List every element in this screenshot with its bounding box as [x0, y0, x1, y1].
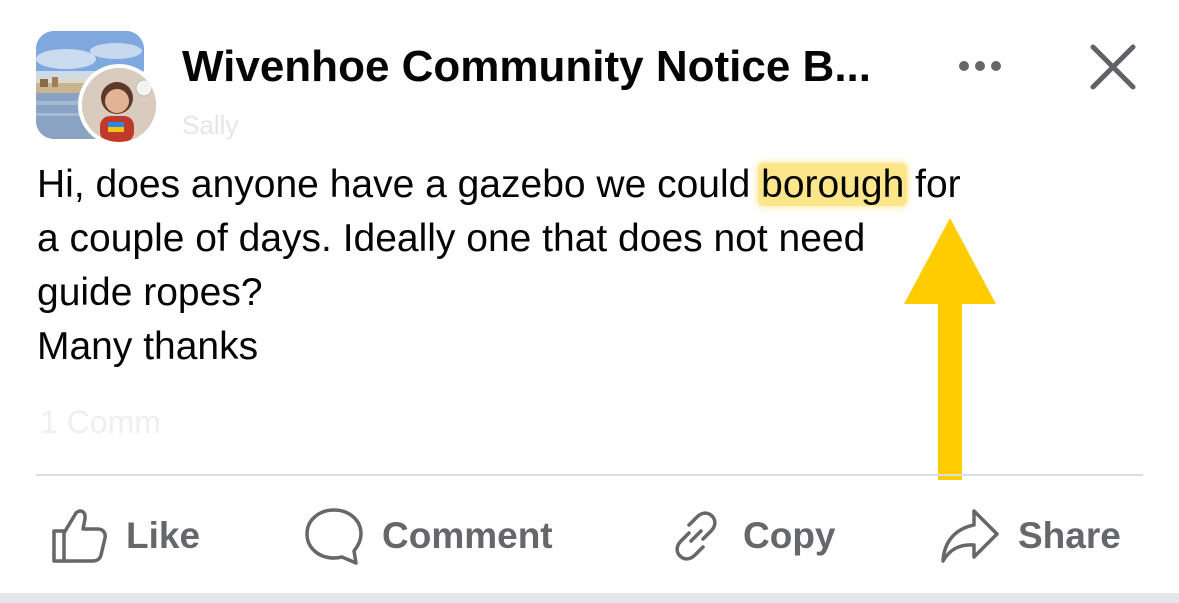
- close-icon: [1090, 44, 1136, 90]
- post-text-segment: for: [904, 163, 961, 206]
- highlighted-word: borough: [758, 163, 908, 206]
- more-options-button[interactable]: [950, 46, 1010, 86]
- group-name[interactable]: Wivenhoe Community Notice B...: [182, 40, 902, 94]
- post-text-segment: Hi, does anyone have a gazebo we could: [37, 163, 762, 206]
- copy-link-button[interactable]: Copy: [667, 504, 836, 568]
- author-avatar-image: [82, 68, 156, 142]
- author-name-faded: Sally: [182, 110, 239, 140]
- link-icon: [675, 511, 717, 561]
- post-card: Wivenhoe Community Notice B... Sally Hi,…: [0, 0, 1179, 593]
- share-button[interactable]: Share: [940, 504, 1121, 568]
- author-avatar[interactable]: [78, 64, 160, 146]
- speech-bubble-icon: [305, 508, 363, 565]
- copy-label: Copy: [743, 515, 836, 556]
- thumbs-up-icon: [52, 509, 107, 563]
- comment-label: Comment: [382, 515, 553, 556]
- bottom-separator: [0, 593, 1179, 603]
- share-label: Share: [1018, 515, 1121, 556]
- comment-button[interactable]: Comment: [304, 504, 553, 568]
- comment-count-faded: 1 Comm: [40, 404, 161, 440]
- action-bar: Like Comment Copy Share: [0, 486, 1179, 586]
- share-arrow-icon: [941, 509, 999, 563]
- post-header: Wivenhoe Community Notice B... Sally: [0, 0, 1179, 150]
- like-label: Like: [126, 515, 201, 556]
- close-button[interactable]: [1082, 36, 1144, 98]
- divider: [36, 474, 1143, 476]
- post-line: Hi, does anyone have a gazebo we could b…: [37, 158, 1147, 212]
- annotation-arrow-icon: [904, 218, 996, 480]
- like-button[interactable]: Like: [50, 504, 200, 568]
- more-dots-icon: [959, 61, 1001, 71]
